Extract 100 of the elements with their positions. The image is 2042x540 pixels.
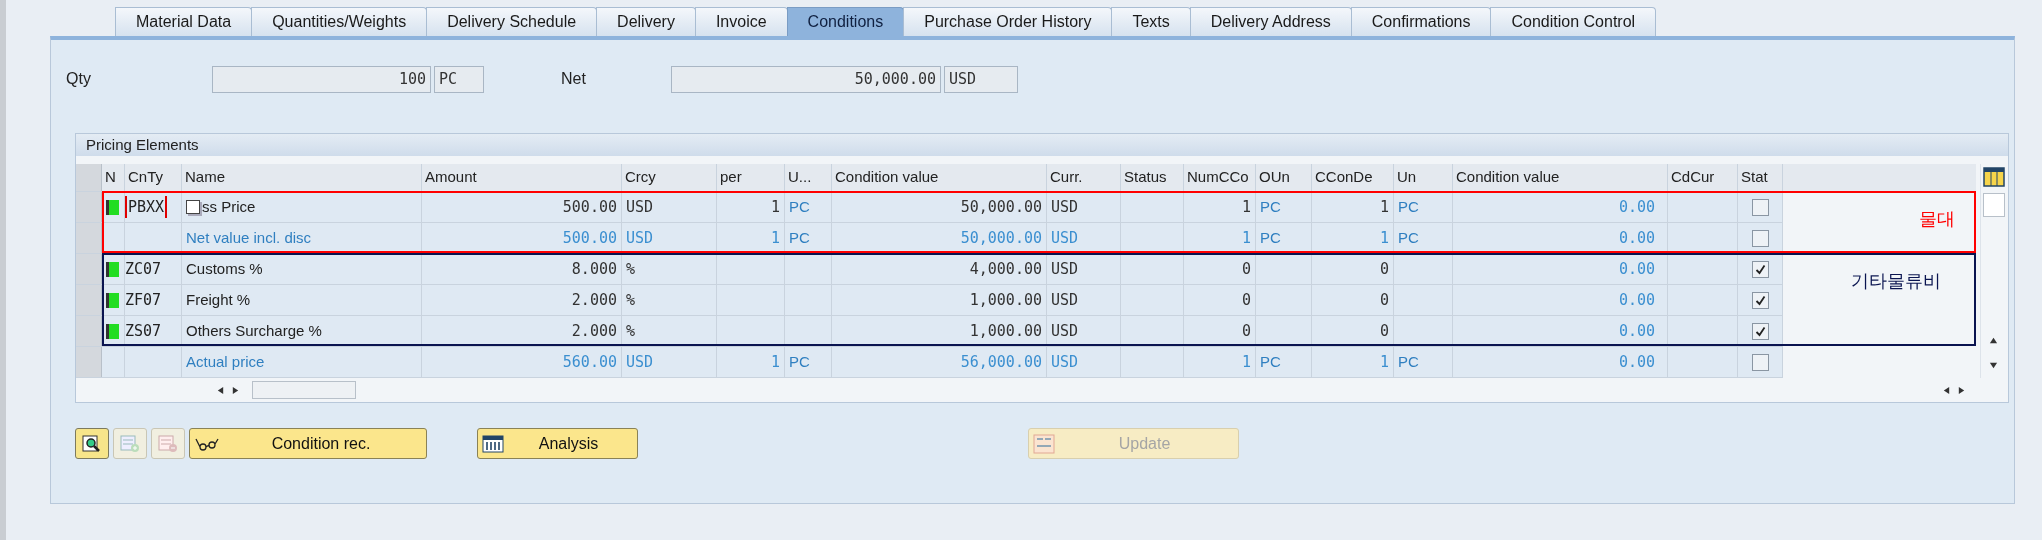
scroll-right-icon[interactable] (1957, 385, 1966, 395)
table-cell-text: 500.00 (562, 227, 617, 249)
column-header: N (105, 167, 116, 188)
column-settings-icon[interactable] (1982, 167, 2005, 187)
table-cell-text: 0 (1379, 320, 1389, 342)
checkbox[interactable] (1751, 322, 1769, 340)
table-cell-text: Freight % (186, 289, 251, 310)
table-cell-text: Actual price (186, 351, 265, 372)
tab[interactable]: Material Data (115, 7, 253, 36)
column-header: Curr. (1050, 167, 1083, 188)
unit-field[interactable]: PC (434, 65, 484, 93)
action-button[interactable]: Analysis (477, 428, 638, 459)
tab[interactable]: Texts (1111, 7, 1191, 36)
scrollbar-thumb[interactable] (252, 381, 356, 399)
add-row-icon (120, 434, 140, 453)
table-cell-text: USD (1051, 227, 1079, 249)
table-cell-text: PC (1260, 196, 1281, 217)
column-header: CConDe (1315, 167, 1373, 188)
table-cell-text: Net value incl. disc (186, 227, 312, 248)
magnifier-icon (82, 433, 102, 454)
table-cell-text: % (626, 289, 636, 311)
table-cell-text: 1,000.00 (969, 289, 1042, 311)
annotation-note: 물대 (1919, 208, 1955, 231)
column-header: NumCCo (1187, 167, 1249, 188)
tab[interactable]: Purchase Order History (903, 7, 1113, 36)
table-cell-text: 500.00 (562, 196, 617, 218)
tab[interactable]: Quantities/Weights (251, 7, 428, 36)
table-cell-text: 1 (1379, 196, 1389, 218)
table-icon (482, 434, 504, 453)
scroll-down-icon[interactable] (1989, 361, 1998, 370)
checkbox[interactable] (1751, 229, 1769, 247)
table-cell-text: ZS07 (125, 320, 162, 342)
column-header: Crcy (625, 167, 656, 188)
table-cell-text: USD (1051, 258, 1079, 280)
table-cell-text: 0 (1379, 289, 1389, 311)
vertical-scrollbar[interactable] (1980, 164, 2006, 378)
table-cell-text: 1 (770, 196, 780, 218)
scroll-up-icon[interactable] (1989, 336, 1998, 345)
table-cell-text: 1 (1379, 351, 1389, 373)
table-cell-text: ZC07 (125, 258, 162, 280)
table-row[interactable]: PBXX ss Price 500.00 USD 1 PC 50,000.00 USD 1 PC 1 PC 0.00 (76, 192, 1783, 223)
checkbox[interactable] (1751, 291, 1769, 309)
tab[interactable]: Invoice (694, 7, 788, 36)
select-all-cell[interactable] (76, 164, 102, 191)
table-cell-text: Others Surcharge % (186, 320, 322, 341)
table-cell-text: 0 (1241, 258, 1251, 280)
table-cell-text: % (626, 258, 636, 280)
table-cell-text: 0 (1241, 320, 1251, 342)
table-cell-text: USD (626, 196, 654, 218)
tab[interactable]: Delivery Schedule (426, 7, 598, 36)
table-cell-text: 1 (1241, 196, 1251, 218)
tab[interactable]: Conditions (786, 7, 905, 36)
table-cell-text: 560.00 (562, 351, 617, 373)
table-cell-text: 0 (1379, 258, 1389, 280)
copy-icon[interactable] (186, 200, 200, 214)
scroll-left-icon[interactable] (1942, 385, 1951, 395)
table-cell-text: 50,000.00 (960, 227, 1042, 249)
checkbox[interactable] (1751, 260, 1769, 278)
column-header: Name (185, 167, 225, 188)
scroll-left-icon[interactable] (216, 385, 225, 395)
column-header: Amount (425, 167, 477, 188)
tab[interactable]: Delivery Address (1189, 7, 1352, 36)
table-cell-text: 0.00 (1618, 258, 1655, 280)
table-cell-text: USD (1051, 351, 1079, 373)
toolbar-button[interactable] (75, 428, 109, 459)
column-header: CnTy (128, 167, 163, 188)
column-header: U... (788, 167, 812, 188)
table-cell-text: 1,000.00 (969, 320, 1042, 342)
table-cell-text: PC (789, 351, 810, 372)
table-row[interactable]: Actual price 560.00 USD 1 PC 56,000.00 USD 1 PC 1 PC 0.00 (76, 347, 1783, 378)
table-row[interactable]: ZF07 Freight % 2.000 % 1,000.00 USD 0 0 0.00 (76, 285, 1783, 316)
table-row[interactable]: ZS07 Others Surcharge % 2.000 % 1,000.00 USD 0 0 0.00 (76, 316, 1783, 347)
table-cell-text: USD (1051, 320, 1079, 342)
table-cell-text: PC (789, 227, 810, 248)
value-field[interactable]: 50,000.00 (671, 65, 941, 93)
unit-field[interactable]: USD (944, 65, 1018, 93)
tab[interactable]: Condition Control (1490, 7, 1657, 36)
value-field[interactable]: 100 (212, 65, 431, 93)
tab[interactable]: Delivery (596, 7, 696, 36)
column-header: per (720, 167, 742, 188)
table-cell-text: PC (789, 196, 810, 217)
column-header: CdCur (1671, 167, 1715, 188)
table-cell-text: 50,000.00 (960, 196, 1042, 218)
column-header: Un (1397, 167, 1417, 188)
scroll-right-icon[interactable] (231, 385, 240, 395)
table-cell-text: 1 (1379, 227, 1389, 249)
table-cell-text: % (626, 320, 636, 342)
table-cell-text: 56,000.00 (960, 351, 1042, 373)
column-header: OUn (1259, 167, 1290, 188)
table-cell-text: ZF07 (125, 289, 162, 311)
table-cell-text: 0.00 (1618, 227, 1655, 249)
scrollbar-thumb[interactable] (1982, 193, 2005, 217)
checkbox[interactable] (1751, 353, 1769, 371)
action-button[interactable]: Condition rec. (189, 428, 427, 459)
tab[interactable]: Confirmations (1350, 7, 1492, 36)
checkbox[interactable] (1751, 198, 1769, 216)
table-cell-text: 8.000 (571, 258, 617, 280)
table-row[interactable]: ZC07 Customs % 8.000 % 4,000.00 USD 0 0 0.00 (76, 254, 1783, 285)
table-cell-text: PC (1260, 227, 1281, 248)
table-cell-text: 1 (1241, 227, 1251, 249)
